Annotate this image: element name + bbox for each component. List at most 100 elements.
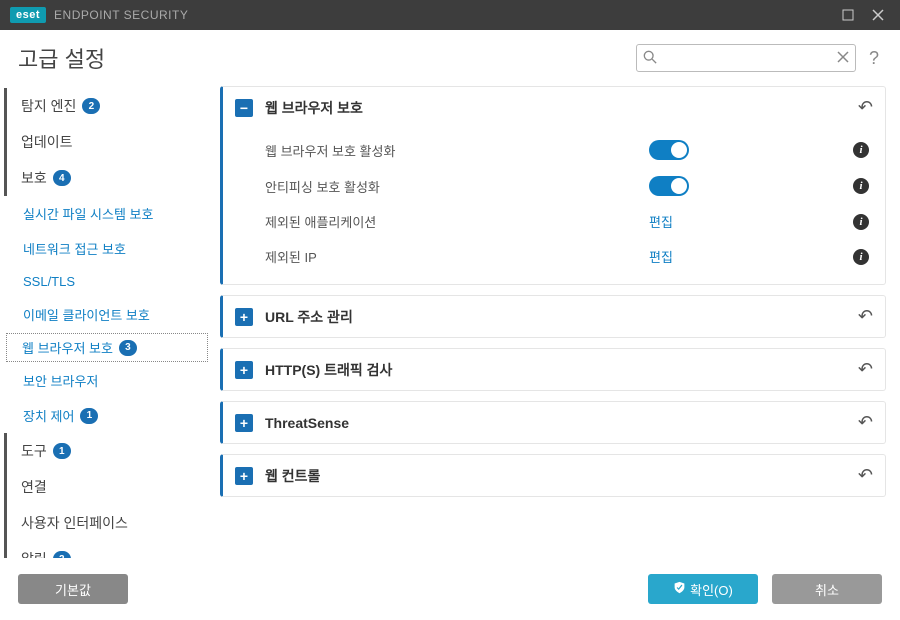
shield-icon: [673, 581, 686, 597]
expand-icon[interactable]: +: [235, 414, 253, 432]
info-icon[interactable]: i: [849, 142, 873, 158]
panel-title: 웹 컨트롤: [265, 466, 858, 486]
edit-excluded-ip-link[interactable]: 편집: [649, 250, 673, 265]
sidebar-item-label: 업데이트: [21, 132, 73, 152]
sidebar-item-network-access[interactable]: 네트워크 접근 보호: [4, 231, 210, 266]
sidebar-item-update[interactable]: 업데이트: [4, 124, 210, 160]
window-controls: [836, 3, 890, 27]
setting-label: 제외된 IP: [265, 247, 649, 266]
search-input[interactable]: [657, 51, 837, 66]
sidebar-item-label: 장치 제어: [23, 406, 74, 425]
panel-threatsense: + ThreatSense ↶: [220, 401, 886, 444]
info-icon[interactable]: i: [849, 178, 873, 194]
setting-row-excluded-ip: 제외된 IP 편집 i: [265, 239, 873, 274]
sidebar-item-label: SSL/TLS: [23, 274, 75, 289]
toggle-web-protection[interactable]: [649, 140, 689, 160]
search-box[interactable]: [636, 44, 856, 72]
panel-web-control: + 웹 컨트롤 ↶: [220, 454, 886, 497]
sidebar-item-label: 이메일 클라이언트 보호: [23, 305, 150, 324]
sidebar-item-device-control[interactable]: 장치 제어 1: [4, 398, 210, 433]
edit-excluded-apps-link[interactable]: 편집: [649, 215, 673, 230]
setting-row-excluded-apps: 제외된 애플리케이션 편집 i: [265, 204, 873, 239]
panel-header[interactable]: − 웹 브라우저 보호 ↶: [223, 87, 885, 128]
default-button[interactable]: 기본값: [18, 574, 128, 604]
close-button[interactable]: [866, 3, 890, 27]
setting-label: 제외된 애플리케이션: [265, 212, 649, 231]
sidebar-item-protection[interactable]: 보호 4: [4, 160, 210, 196]
sidebar-item-realtime-fs[interactable]: 실시간 파일 시스템 보호: [4, 196, 210, 231]
setting-control: [649, 176, 849, 196]
badge: 2: [82, 98, 100, 114]
panel-header[interactable]: + ThreatSense ↶: [223, 402, 885, 443]
sidebar-item-tools[interactable]: 도구 1: [4, 433, 210, 469]
titlebar-left: eset ENDPOINT SECURITY: [10, 7, 188, 23]
footer-right: 확인(O) 취소: [648, 574, 882, 604]
undo-icon[interactable]: ↶: [858, 97, 873, 118]
panel-title: URL 주소 관리: [265, 307, 858, 327]
sidebar-item-label: 도구: [21, 441, 47, 461]
panel-header[interactable]: + HTTP(S) 트래픽 검사 ↶: [223, 349, 885, 390]
panel-title: 웹 브라우저 보호: [265, 98, 858, 118]
sidebar-item-label: 연결: [21, 477, 47, 497]
undo-icon[interactable]: ↶: [858, 306, 873, 327]
panel-title: HTTP(S) 트래픽 검사: [265, 360, 858, 380]
setting-control: 편집: [649, 247, 849, 266]
ok-button-label: 확인(O): [690, 580, 733, 599]
collapse-icon[interactable]: −: [235, 99, 253, 117]
panel-body: 웹 브라우저 보호 활성화 i 안티피싱 보호 활성화 i 제외된 애플리케이션: [223, 128, 885, 284]
panel-web-browser-protection: − 웹 브라우저 보호 ↶ 웹 브라우저 보호 활성화 i 안티피싱 보호 활성…: [220, 86, 886, 285]
panel-header[interactable]: + URL 주소 관리 ↶: [223, 296, 885, 337]
sidebar-item-label: 보안 브라우저: [23, 371, 98, 390]
sidebar-item-label: 사용자 인터페이스: [21, 513, 128, 533]
expand-icon[interactable]: +: [235, 361, 253, 379]
info-icon[interactable]: i: [849, 249, 873, 265]
sidebar: 탐지 엔진 2 업데이트 보호 4 실시간 파일 시스템 보호 네트워크 접근 …: [0, 82, 210, 602]
sidebar-item-web-browser[interactable]: 웹 브라우저 보호 3: [6, 333, 208, 362]
undo-icon[interactable]: ↶: [858, 465, 873, 486]
help-icon[interactable]: ?: [866, 48, 882, 69]
undo-icon[interactable]: ↶: [858, 412, 873, 433]
undo-icon[interactable]: ↶: [858, 359, 873, 380]
page-title: 고급 설정: [18, 42, 105, 74]
maximize-button[interactable]: [836, 3, 860, 27]
sidebar-item-label: 웹 브라우저 보호: [22, 338, 113, 357]
sidebar-item-label: 탐지 엔진: [21, 96, 76, 116]
panel-title: ThreatSense: [265, 415, 858, 431]
sidebar-item-ssl-tls[interactable]: SSL/TLS: [4, 266, 210, 297]
titlebar: eset ENDPOINT SECURITY: [0, 0, 900, 30]
setting-control: [649, 140, 849, 160]
header: 고급 설정 ?: [0, 30, 900, 82]
setting-row-enable-antiphishing: 안티피싱 보호 활성화 i: [265, 168, 873, 204]
info-icon[interactable]: i: [849, 214, 873, 230]
badge: 1: [80, 408, 98, 424]
setting-label: 웹 브라우저 보호 활성화: [265, 141, 649, 160]
badge: 3: [119, 340, 137, 356]
sidebar-item-ui[interactable]: 사용자 인터페이스: [4, 505, 210, 541]
sidebar-item-label: 실시간 파일 시스템 보호: [23, 204, 153, 223]
setting-row-enable-web-protection: 웹 브라우저 보호 활성화 i: [265, 132, 873, 168]
badge: 1: [53, 443, 71, 459]
panel-url-management: + URL 주소 관리 ↶: [220, 295, 886, 338]
content: 탐지 엔진 2 업데이트 보호 4 실시간 파일 시스템 보호 네트워크 접근 …: [0, 82, 900, 602]
setting-control: 편집: [649, 212, 849, 231]
badge: 4: [53, 170, 71, 186]
search-icon: [643, 50, 657, 67]
clear-search-icon[interactable]: [837, 50, 849, 66]
ok-button[interactable]: 확인(O): [648, 574, 758, 604]
panel-header[interactable]: + 웹 컨트롤 ↶: [223, 455, 885, 496]
brand-logo: eset: [10, 7, 46, 23]
sidebar-item-label: 보호: [21, 168, 47, 188]
sidebar-item-secure-browser[interactable]: 보안 브라우저: [4, 363, 210, 398]
sidebar-item-label: 네트워크 접근 보호: [23, 239, 126, 258]
sidebar-item-detection-engine[interactable]: 탐지 엔진 2: [4, 88, 210, 124]
main-content: − 웹 브라우저 보호 ↶ 웹 브라우저 보호 활성화 i 안티피싱 보호 활성…: [210, 82, 900, 602]
expand-icon[interactable]: +: [235, 467, 253, 485]
sidebar-item-email-client[interactable]: 이메일 클라이언트 보호: [4, 297, 210, 332]
cancel-button[interactable]: 취소: [772, 574, 882, 604]
panel-https-traffic: + HTTP(S) 트래픽 검사 ↶: [220, 348, 886, 391]
expand-icon[interactable]: +: [235, 308, 253, 326]
footer: 기본값 확인(O) 취소: [0, 558, 900, 620]
sidebar-item-connection[interactable]: 연결: [4, 469, 210, 505]
toggle-antiphishing[interactable]: [649, 176, 689, 196]
product-name: ENDPOINT SECURITY: [54, 8, 188, 22]
